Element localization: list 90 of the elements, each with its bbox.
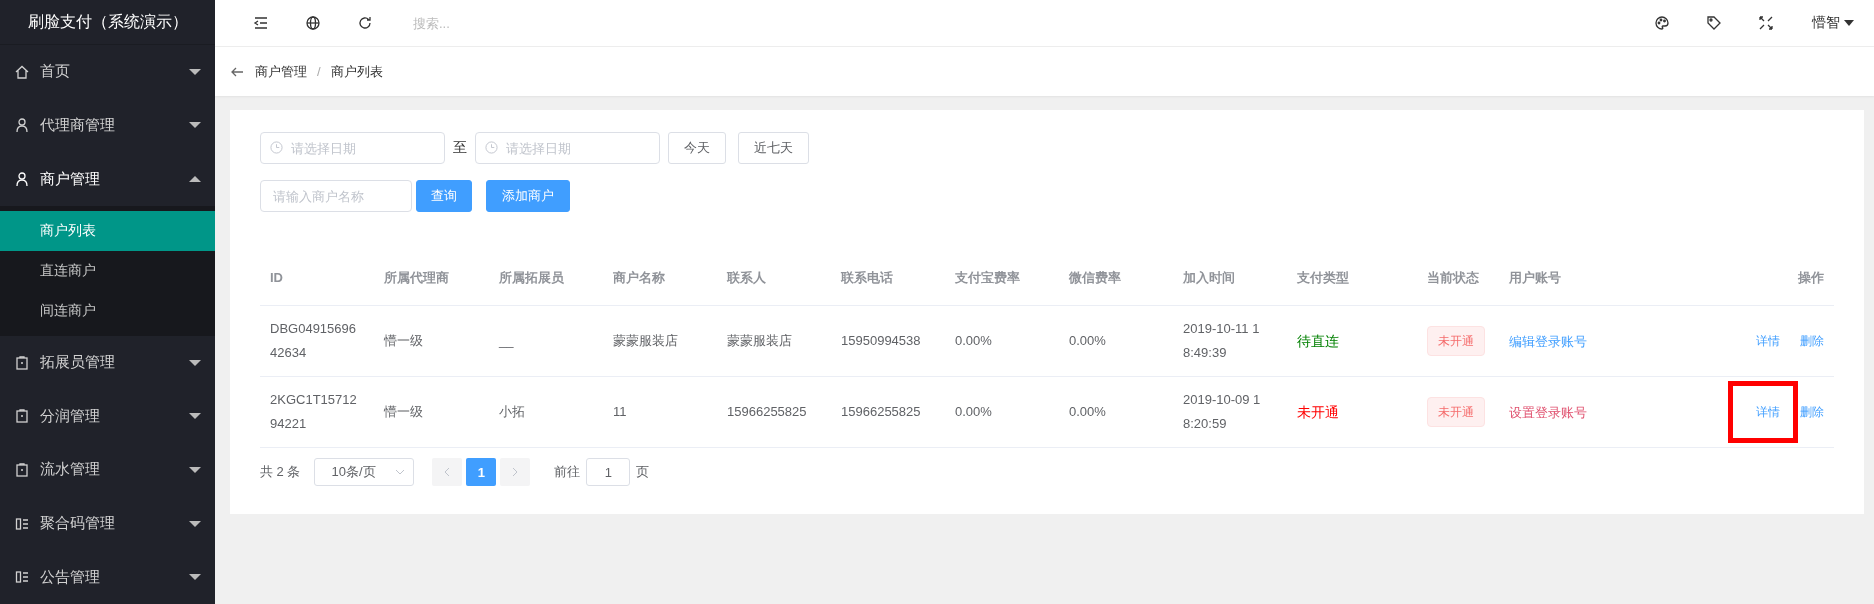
column-header: 加入时间 [1182, 268, 1236, 287]
caret-icon [1844, 20, 1854, 26]
column-header: ID [269, 270, 284, 285]
table-cell-text: 0.00% [954, 332, 993, 350]
breadcrumb-separator: / [317, 64, 321, 79]
table-cell-text: __ [497, 332, 515, 350]
user-icon [14, 117, 30, 134]
column-header: 操作 [1797, 268, 1825, 287]
chevron-down-icon [395, 469, 406, 475]
table-cell-text: 0.00% [1068, 332, 1107, 350]
sidebar-item[interactable]: 流水管理 [0, 443, 215, 497]
page-size-select[interactable]: 10条/页 [314, 458, 415, 486]
sidebar-item[interactable]: 拓展员管理 [0, 335, 215, 390]
column-header: 商户名称 [612, 268, 666, 287]
clock-icon [270, 141, 283, 154]
quick-range-button[interactable]: 今天 [668, 132, 726, 164]
column-header: 联系电话 [840, 268, 894, 287]
table-cell-text: 0.00% [1068, 403, 1107, 421]
breadcrumb-link[interactable]: 商户列表 [330, 62, 383, 81]
caret-icon [189, 175, 201, 184]
table-cell-text: 15966255825 [726, 403, 808, 421]
columns-icon [14, 515, 30, 532]
home-icon [14, 63, 30, 80]
page-suffix: 页 [636, 463, 650, 481]
table-cell-text: 15950994538 [840, 332, 922, 350]
sidebar-item[interactable]: 商户管理 [0, 152, 215, 206]
user-menu[interactable]: 懵智 [1812, 14, 1854, 32]
caret-icon [189, 412, 201, 421]
table-cell-text: 懵一级 [383, 332, 424, 350]
user-icon [14, 171, 30, 188]
refresh-icon[interactable] [357, 15, 373, 31]
status-tag: 未开通 [1427, 326, 1485, 356]
sidebar-item[interactable]: 聚合码管理 [0, 496, 215, 551]
caret-icon [189, 121, 201, 130]
quick-range-button[interactable]: 近七天 [738, 132, 809, 164]
caret-icon [189, 67, 201, 76]
goto-label: 前往 [554, 463, 581, 481]
sidebar-item[interactable]: 首页 [0, 45, 215, 99]
end-date-field[interactable]: 请选择日期 [475, 132, 660, 164]
sidebar-subitem[interactable]: 商户列表 [0, 210, 215, 251]
menu-fold-icon[interactable] [253, 15, 269, 31]
column-header: 当前状态 [1426, 268, 1480, 287]
column-header: 联系人 [726, 268, 767, 287]
tag-icon[interactable] [1706, 15, 1722, 31]
columns-icon [14, 569, 30, 586]
sidebar-subitem[interactable]: 间连商户 [0, 290, 215, 331]
clipboard-icon [14, 354, 30, 371]
caret-icon [189, 519, 201, 528]
column-header: 支付宝费率 [954, 268, 1021, 287]
table-cell-text: 2KGC1T15712 94221 [269, 391, 358, 433]
clipboard-icon [14, 462, 30, 478]
column-header: 用户账号 [1508, 268, 1562, 287]
palette-icon[interactable] [1654, 15, 1670, 31]
chevron-right-icon [512, 467, 519, 477]
globe-icon[interactable] [305, 15, 321, 31]
status-tag: 未开通 [1427, 397, 1485, 427]
table-cell-text: 懵一级 [383, 403, 424, 421]
table-cell-text: 小拓 [498, 403, 526, 421]
column-header: 支付类型 [1296, 268, 1350, 287]
clock-icon [485, 141, 498, 154]
table-cell-text: 11 [612, 403, 628, 421]
merchant-name-field[interactable]: 请输入商户名称 [260, 180, 412, 212]
breadcrumb-link[interactable]: 商户管理 [255, 62, 307, 81]
sidebar-item[interactable]: 代理商管理 [0, 98, 215, 153]
column-header: 所属代理商 [383, 268, 450, 287]
table-cell-text: 蒙蒙服装店 [726, 332, 793, 350]
fullscreen-icon[interactable] [1758, 15, 1774, 31]
pay-type-cell-text: 待直连 [1296, 332, 1340, 351]
goto-page-field[interactable]: 1 [586, 458, 631, 486]
sidebar-item[interactable]: 公告管理 [0, 550, 215, 604]
chevron-left-icon [444, 467, 451, 477]
start-date-field[interactable]: 请选择日期 [260, 132, 445, 164]
sidebar-item[interactable]: 分润管理 [0, 389, 215, 444]
caret-icon [189, 358, 201, 367]
clipboard-icon [14, 408, 30, 425]
caret-icon [189, 466, 201, 474]
table-cell-text: 0.00% [954, 403, 993, 421]
table-cell-text: DBG04915696 42634 [269, 320, 357, 362]
total-count: 共 2 条 [260, 463, 301, 481]
account-link[interactable]: 设置登录账号 [1509, 404, 1587, 420]
table-cell-text: 15966255825 [840, 403, 922, 421]
sidebar-subitem[interactable]: 直连商户 [0, 250, 215, 291]
column-header: 微信费率 [1068, 268, 1122, 287]
range-separator: 至 [453, 139, 467, 157]
table-cell-text: 2019-10-09 1 8:20:59 [1182, 391, 1262, 433]
column-header: 所属拓展员 [498, 268, 565, 287]
caret-icon [189, 573, 201, 582]
table-cell-text: 2019-10-11 1 8:49:39 [1182, 320, 1261, 362]
pay-type-cell-text: 未开通 [1296, 403, 1340, 422]
table-cell-text: 蒙蒙服装店 [612, 332, 679, 350]
